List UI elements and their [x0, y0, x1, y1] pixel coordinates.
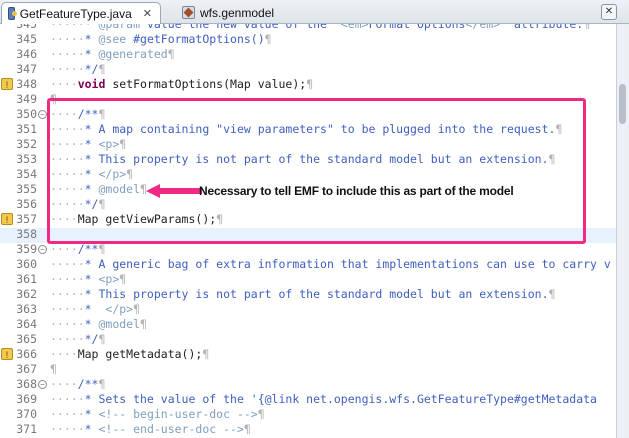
line-number: 352	[16, 137, 37, 151]
code-line[interactable]: 364 ·····* @model¶	[0, 317, 617, 332]
line-number: 357	[16, 212, 37, 226]
code-text: ····/**¶	[50, 377, 106, 391]
code-text: ·····* <!-- begin-user-doc -->¶	[50, 407, 265, 421]
code-line[interactable]: ! 348 ····void setFormatOptions(Map value)…	[0, 77, 617, 92]
line-number: 360	[16, 257, 37, 271]
editor-tab-bar: GetFeatureType.java ✕ wfs.genmodel ✕	[0, 0, 629, 24]
line-number: 369	[16, 392, 37, 406]
line-number: 356	[16, 197, 37, 211]
code-line[interactable]: 362 ·····* This property is not part of t…	[0, 287, 617, 302]
line-number: 366	[16, 347, 37, 361]
code-line[interactable]: 369 ·····* Sets the value of the '{@link …	[0, 392, 617, 407]
callout-arrow-icon	[146, 184, 202, 198]
fold-toggle-icon[interactable]: −	[38, 245, 47, 254]
line-number: 362	[16, 287, 37, 301]
code-text: ····Map getMetadata();¶	[50, 347, 210, 361]
line-number: 363	[16, 302, 37, 316]
line-number: 370	[16, 407, 37, 421]
line-number: 371	[16, 422, 37, 436]
code-line[interactable]: 347 ·····*/¶	[0, 62, 617, 77]
line-number: 348	[16, 77, 37, 91]
close-tab-icon[interactable]: ✕	[143, 7, 152, 20]
code-text: ·····*/¶	[50, 62, 106, 76]
code-line[interactable]: 367 ¶	[0, 362, 617, 377]
line-number: 359	[16, 242, 37, 256]
code-text: ·····* A generic bag of extra informatio…	[50, 257, 611, 271]
line-number: 368	[16, 377, 37, 391]
tab-wfs-genmodel[interactable]: wfs.genmodel	[176, 2, 306, 23]
line-number: 367	[16, 362, 37, 376]
line-number: 349	[16, 92, 37, 106]
code-text: ·····* This property is not part of the …	[50, 287, 556, 301]
warning-marker-icon[interactable]: !	[1, 78, 13, 90]
code-line[interactable]: 368− ····/**¶	[0, 377, 617, 392]
line-number: 355	[16, 182, 37, 196]
code-text: ····void setFormatOptions(Map value);¶	[50, 77, 314, 91]
code-line[interactable]: ! 366 ····Map getMetadata();¶	[0, 347, 617, 362]
line-number: 345	[16, 24, 37, 31]
code-line[interactable]: 359− ····/**¶	[0, 242, 617, 257]
genmodel-file-icon	[182, 6, 195, 19]
tab-label: wfs.genmodel	[200, 5, 275, 20]
line-number: 347	[16, 62, 37, 76]
warning-marker-icon[interactable]: !	[1, 348, 13, 360]
close-editor-icon[interactable]: ✕	[601, 4, 617, 20]
fold-toggle-icon[interactable]: −	[38, 110, 47, 119]
code-text: ·····* @model¶	[50, 317, 147, 331]
code-text: ·····* <p>¶	[50, 272, 127, 286]
code-text: ·····* <!-- end-user-doc -->¶	[50, 422, 251, 436]
line-number: 354	[16, 167, 37, 181]
line-number: 346	[16, 47, 37, 61]
code-line[interactable]: 360 ·····* A generic bag of extra informa…	[0, 257, 617, 272]
code-text: ····/**¶	[50, 242, 106, 256]
code-line[interactable]: 346 ·····* @generated¶	[0, 47, 617, 62]
vertical-scrollbar[interactable]	[616, 24, 629, 438]
code-line[interactable]: 345 ·····* @param value the new value of …	[0, 24, 617, 32]
tab-getfeaturetype-java[interactable]: GetFeatureType.java ✕	[1, 2, 161, 24]
callout-annotation-text: Necessary to tell EMF to include this as…	[199, 184, 514, 198]
warning-marker-icon[interactable]: !	[1, 213, 13, 225]
line-number: 345	[16, 32, 37, 46]
code-line[interactable]: 370 ·····* <!-- begin-user-doc -->¶	[0, 407, 617, 422]
line-number: 365	[16, 332, 37, 346]
code-line[interactable]: 345 ·····* @see #getFormatOptions()¶	[0, 32, 617, 47]
annotation-highlight-box	[47, 98, 586, 244]
line-number: 353	[16, 152, 37, 166]
code-line[interactable]: 361 ·····* <p>¶	[0, 272, 617, 287]
line-number: 350	[16, 107, 37, 121]
java-file-icon	[8, 7, 17, 20]
fold-toggle-icon[interactable]: −	[38, 380, 47, 389]
scrollbar-thumb[interactable]	[619, 84, 626, 124]
tab-label: GetFeatureType.java	[19, 6, 132, 21]
code-text: ·····* @generated¶	[50, 47, 175, 61]
line-number: 364	[16, 317, 37, 331]
code-text: ·····* </p>¶	[50, 302, 141, 316]
code-text: ·····*/¶	[50, 332, 106, 346]
code-text: ¶	[50, 362, 57, 376]
code-text: ·····* @see #getFormatOptions()¶	[50, 32, 272, 46]
line-number: 361	[16, 272, 37, 286]
code-line[interactable]: 371 ·····* <!-- end-user-doc -->¶	[0, 422, 617, 437]
code-line[interactable]: 365 ·····*/¶	[0, 332, 617, 347]
line-number: 358	[16, 227, 37, 241]
code-text: ·····* Sets the value of the '{@link net…	[50, 392, 597, 406]
line-number: 351	[16, 122, 37, 136]
code-line[interactable]: 363 ·····* </p>¶	[0, 302, 617, 317]
code-text: ·····* @param value the new value of the…	[50, 24, 591, 31]
